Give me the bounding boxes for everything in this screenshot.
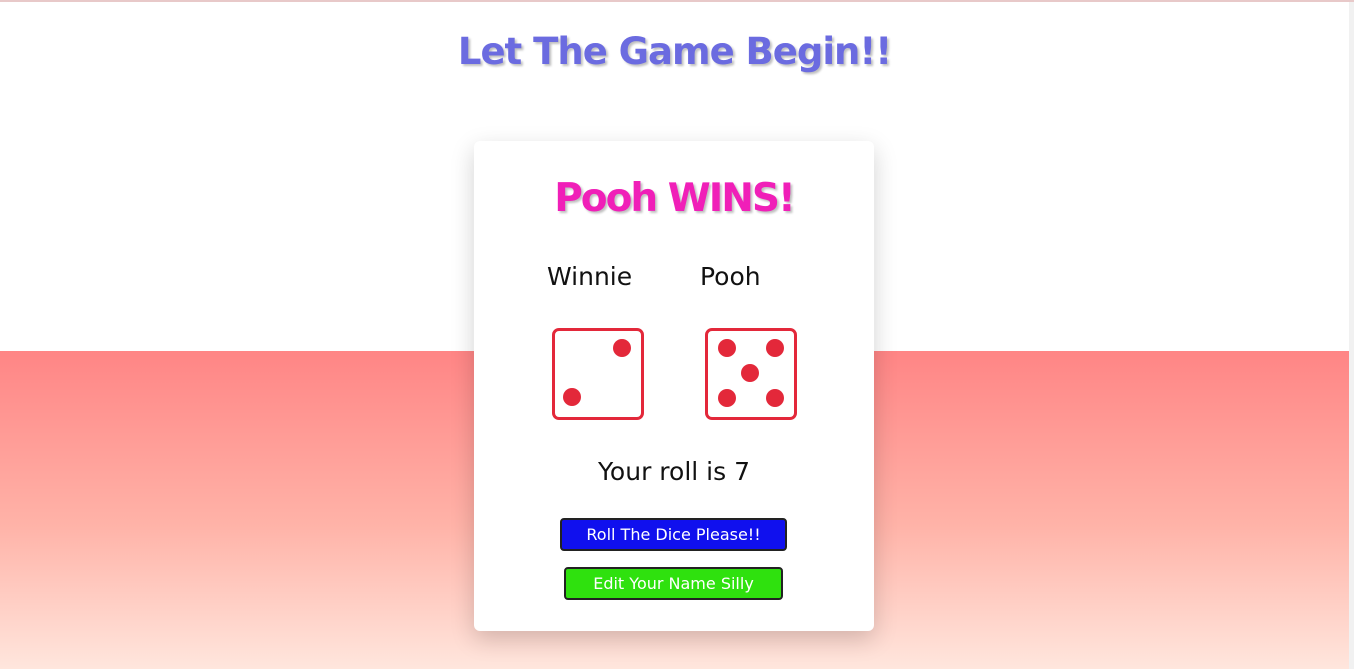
- player-1-name: Winnie: [547, 262, 633, 291]
- die-pip: [718, 339, 736, 357]
- edit-name-button[interactable]: Edit Your Name Silly: [564, 567, 783, 600]
- winner-announcement: Pooh WINS!: [554, 176, 796, 221]
- scrollbar[interactable]: [1349, 2, 1354, 669]
- page-title: Let The Game Begin!!: [457, 30, 892, 73]
- die-pip: [613, 339, 631, 357]
- player-2-die: [705, 328, 797, 420]
- roll-result: Your roll is 7: [597, 457, 750, 486]
- die-pip: [718, 389, 736, 407]
- die-pip: [741, 364, 759, 382]
- player-2-name: Pooh: [700, 262, 761, 291]
- player-1-die: [552, 328, 644, 420]
- roll-dice-button[interactable]: Roll The Dice Please!!: [560, 518, 787, 551]
- die-pip: [766, 339, 784, 357]
- window-top-border: [0, 0, 1354, 2]
- die-pip: [563, 388, 581, 406]
- die-pip: [766, 389, 784, 407]
